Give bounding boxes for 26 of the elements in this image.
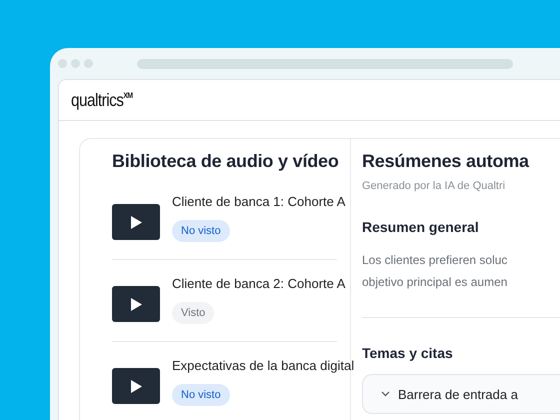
theme-accordion[interactable]: Barrera de entrada a — [362, 374, 560, 414]
play-icon — [130, 298, 142, 310]
video-thumbnail[interactable] — [112, 368, 160, 404]
status-badge: No visto — [172, 220, 230, 242]
chevron-icon — [381, 391, 390, 397]
status-badge: Visto — [172, 302, 214, 324]
subheading: Temas y citas — [362, 345, 454, 361]
subtitle: Generado por la IA de Qualtri — [362, 180, 506, 192]
address-bar[interactable] — [137, 58, 513, 68]
window-dot[interactable] — [58, 59, 67, 68]
section-title: Biblioteca de audio y vídeo — [112, 151, 340, 172]
video-thumbnail[interactable] — [112, 286, 160, 322]
summary-text: objetivo principal es aumen — [362, 274, 508, 291]
video-title[interactable]: Cliente de banca 2: Cohorte A — [172, 276, 346, 291]
window-dot[interactable] — [84, 59, 93, 68]
summary-text: Los clientes prefieren soluc — [362, 252, 508, 269]
play-icon — [130, 216, 142, 228]
video-title[interactable]: Expectativas de la banca digital — [172, 358, 354, 373]
status-badge: No visto — [172, 384, 230, 406]
theme-label: Barrera de entrada a — [398, 386, 518, 402]
video-thumbnail[interactable] — [112, 204, 160, 240]
section-title: Resúmenes automa — [362, 151, 530, 172]
window-dot[interactable] — [71, 59, 80, 68]
subheading: Resumen general — [362, 219, 480, 235]
video-title[interactable]: Cliente de banca 1: Cohorte A — [172, 194, 346, 209]
play-icon — [130, 380, 142, 392]
